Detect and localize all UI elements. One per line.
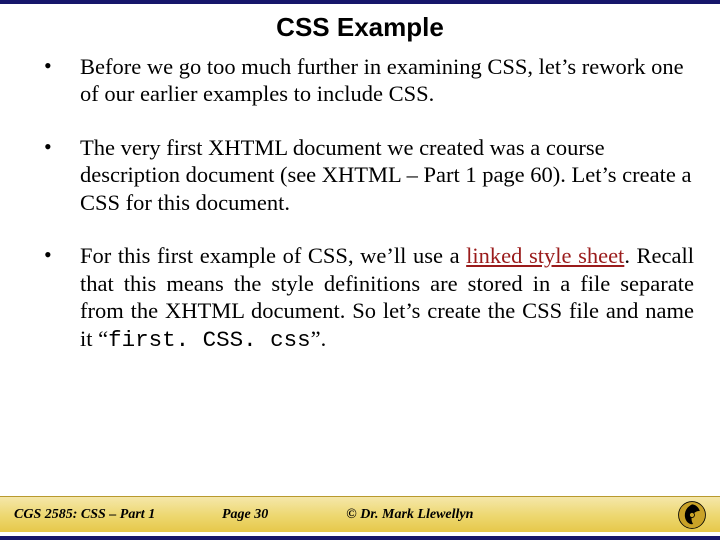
bullet-dot-icon: • xyxy=(44,134,52,161)
bullet-text-post: ”. xyxy=(311,326,327,351)
code-filename: first. CSS. css xyxy=(108,327,311,353)
bullet-item: • Before we go too much further in exami… xyxy=(26,53,694,108)
bullet-dot-icon: • xyxy=(44,242,52,269)
ucf-pegasus-logo-icon xyxy=(678,501,706,529)
slide-title: CSS Example xyxy=(0,12,720,43)
footer-course: CGS 2585: CSS – Part 1 xyxy=(14,507,184,523)
footer-page: Page 30 xyxy=(222,507,268,523)
bullet-dot-icon: • xyxy=(44,53,52,80)
slide: CSS Example • Before we go too much furt… xyxy=(0,0,720,540)
linked-style-sheet-term: linked style sheet xyxy=(466,243,624,268)
footer-copyright: © Dr. Mark Llewellyn xyxy=(346,507,473,523)
bullet-text-pre: For this first example of CSS, we’ll use… xyxy=(80,243,466,268)
slide-body: • Before we go too much further in exami… xyxy=(0,53,720,536)
footer-bar: CGS 2585: CSS – Part 1 Page 30 © Dr. Mar… xyxy=(0,496,720,532)
bullet-list: • Before we go too much further in exami… xyxy=(26,53,694,354)
bullet-item: • The very first XHTML document we creat… xyxy=(26,134,694,216)
bullet-text: The very first XHTML document we created… xyxy=(80,135,691,215)
bullet-item: • For this first example of CSS, we’ll u… xyxy=(26,242,694,354)
bullet-text: Before we go too much further in examini… xyxy=(80,54,684,106)
